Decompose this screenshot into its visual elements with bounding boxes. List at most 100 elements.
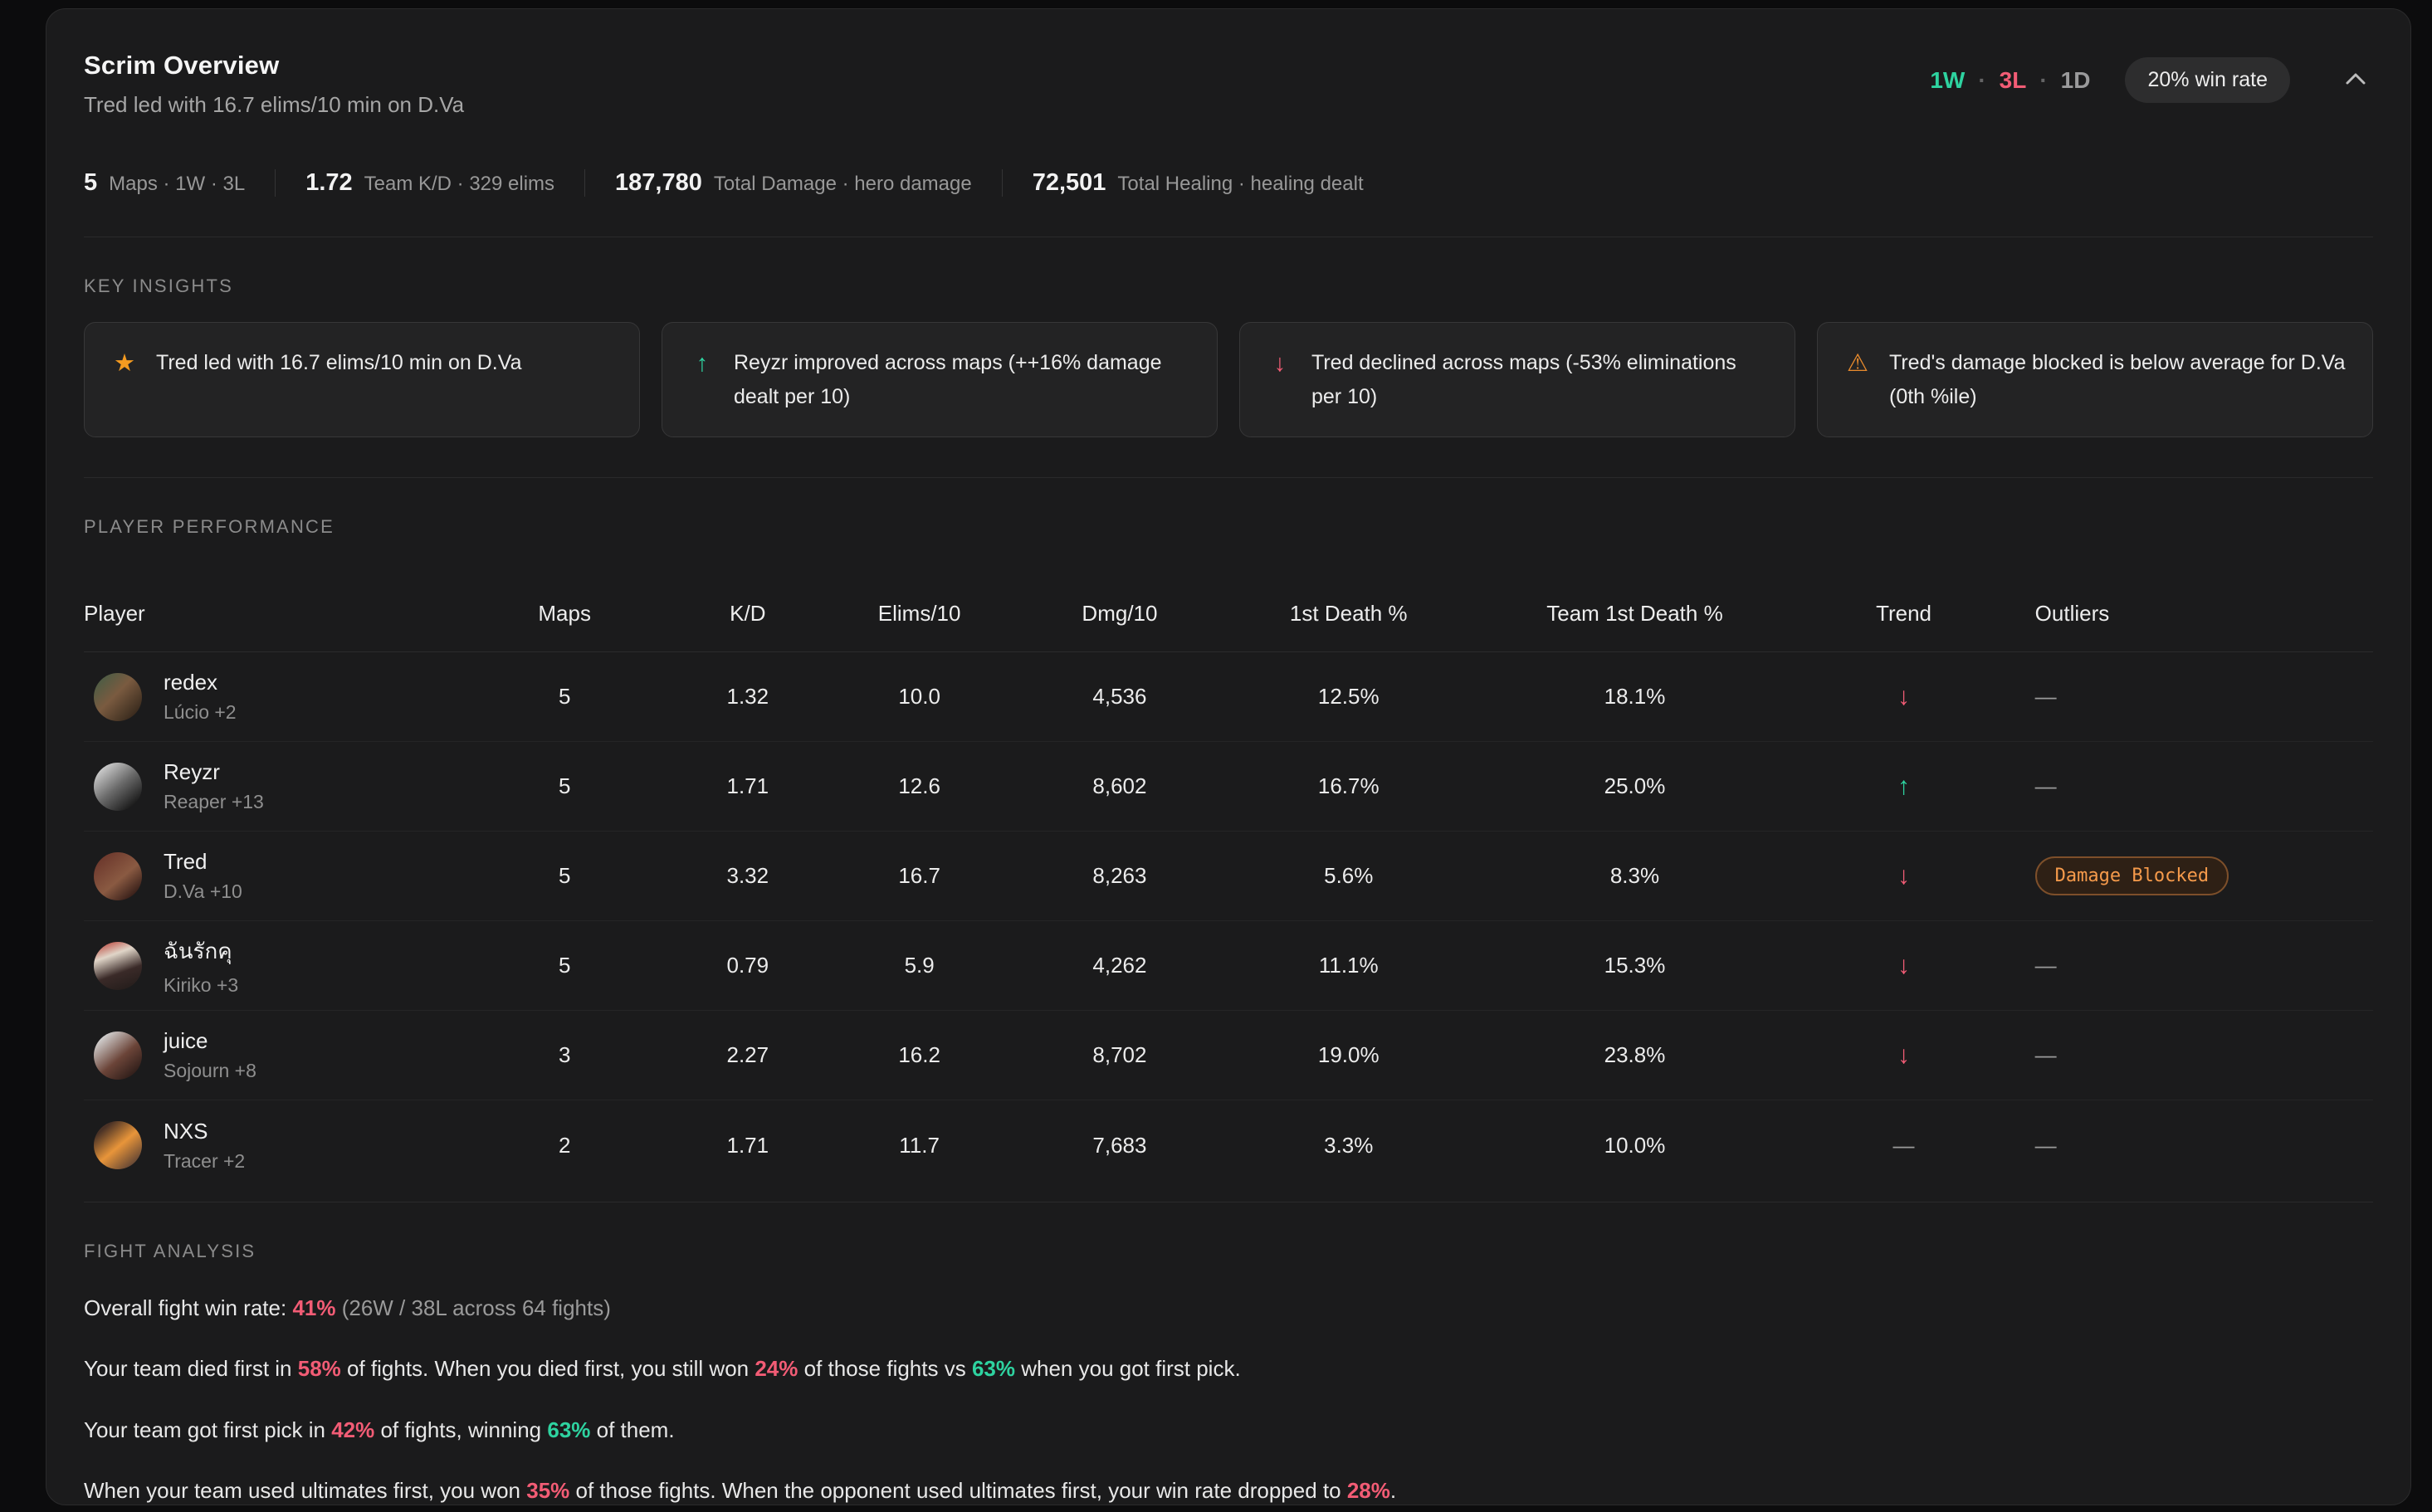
player-identity: NXSTracer +2: [164, 1119, 245, 1173]
fight-line: Your team got first pick in 42% of fight…: [84, 1415, 2373, 1445]
record-wins: 1W: [1930, 67, 1965, 94]
stat-item: 1.72 Team K/D · 329 elims: [275, 169, 584, 197]
header-text: Scrim Overview Tred led with 16.7 elims/…: [84, 51, 464, 118]
player-cell: NXSTracer +2: [84, 1119, 461, 1173]
stat-value: 1.72: [305, 169, 352, 197]
trend-none-dash: —: [1893, 1133, 1915, 1158]
fight-line-segment: 58%: [298, 1356, 341, 1381]
player-cell: Tred D.Va +10: [84, 849, 461, 903]
fight-line-segment: 28%: [1347, 1478, 1390, 1503]
table-row: ReyzrReaper +1351.7112.68,60216.7%25.0%↑…: [84, 742, 2373, 832]
page-title: Scrim Overview: [84, 51, 464, 80]
player-performance-table: PlayerMapsK/DElims/10Dmg/101st Death %Te…: [84, 566, 2373, 1190]
fight-line-segment: of fights, winning: [374, 1417, 547, 1442]
cell-team-first-death-pct: 25.0%: [1469, 773, 1801, 799]
stat-item: 5Maps · 1W · 3L: [84, 169, 275, 197]
outliers-cell: Damage Blocked: [2007, 856, 2373, 895]
player-heroes: Kiriko +3: [164, 974, 238, 997]
table-row: TredD.Va +1053.3216.78,2635.6%8.3%↓Damag…: [84, 832, 2373, 921]
chevron-up-icon: [2343, 77, 2368, 90]
outliers-cell: —: [2007, 773, 2373, 799]
player-heroes: Sojourn +8: [164, 1060, 256, 1082]
trend-cell: ↑: [1800, 773, 2006, 801]
column-header: Outliers: [2007, 566, 2373, 651]
player-identity: redexLúcio +2: [164, 670, 237, 724]
outlier-badge: Damage Blocked: [2035, 856, 2229, 895]
cell-team-first-death-pct: 10.0%: [1469, 1133, 1801, 1158]
player-heroes: D.Va +10: [164, 880, 242, 903]
stat-label: Team K/D · 329 elims: [364, 173, 554, 196]
insight-text: Tred's damage blocked is below average f…: [1889, 346, 2347, 413]
player-avatar: [94, 1032, 142, 1080]
cell-maps: 5: [461, 773, 667, 799]
cell-team-first-death-pct: 15.3%: [1469, 953, 1801, 978]
outliers-cell: —: [2007, 684, 2373, 710]
player-avatar: [94, 942, 142, 990]
record-losses: 3L: [2000, 67, 2027, 94]
cell-maps: 5: [461, 863, 667, 889]
cell-team-first-death-pct: 23.8%: [1469, 1042, 1801, 1068]
player-name: juice: [164, 1028, 256, 1054]
trend-cell: ↓: [1800, 683, 2006, 711]
fight-line-segment: .: [1390, 1478, 1396, 1503]
insight-card: ⚠ Tred's damage blocked is below average …: [1817, 322, 2373, 437]
cell-team-first-death-pct: 8.3%: [1469, 863, 1801, 889]
player-cell: Reyzr Reaper +13: [84, 759, 461, 813]
fight-line-segment: 35%: [526, 1478, 569, 1503]
table-row: ฉันรักคุKiriko +350.795.94,26211.1%15.3%…: [84, 921, 2373, 1011]
cell-elims-per-10: 10.0: [828, 684, 1011, 710]
cell-maps: 5: [461, 684, 667, 710]
warning-icon: ⚠: [1843, 346, 1873, 381]
table-row: redexLúcio +251.3210.04,53612.5%18.1%↓—: [84, 652, 2373, 742]
player-name: Tred: [164, 849, 242, 875]
stat-value: 5: [84, 169, 97, 197]
fight-line-segment: 63%: [972, 1356, 1015, 1381]
insights-row: ★Tred led with 16.7 elims/10 min on D.Va…: [84, 322, 2373, 437]
player-name: ฉันรักคุ: [164, 934, 238, 968]
fight-line-segment: Your team died first in: [84, 1356, 298, 1381]
table-body: redexLúcio +251.3210.04,53612.5%18.1%↓—R…: [84, 652, 2373, 1190]
fight-lines: Overall fight win rate: 41% (26W / 38L a…: [84, 1293, 2373, 1505]
fight-line-segment: when you got first pick.: [1015, 1356, 1241, 1381]
page-subtitle: Tred led with 16.7 elims/10 min on D.Va: [84, 92, 464, 118]
match-record: 1W · 3L · 1D: [1930, 67, 2090, 94]
fight-line: When your team used ultimates first, you…: [84, 1475, 2373, 1505]
cell-first-death-pct: 5.6%: [1228, 863, 1469, 889]
cell-dmg-per-10: 7,683: [1011, 1133, 1228, 1158]
cell-kd: 3.32: [667, 863, 828, 889]
arrow-up-icon: ↑: [687, 346, 717, 381]
section-divider: [84, 477, 2373, 478]
fight-line-segment: of those fights. When the opponent used …: [569, 1478, 1347, 1503]
player-identity: ฉันรักคุ Kiriko +3: [164, 934, 238, 997]
header-controls: 1W · 3L · 1D 20% win rate: [1930, 57, 2373, 103]
fight-line-segment: of them.: [590, 1417, 674, 1442]
player-avatar: [94, 1121, 142, 1169]
cell-dmg-per-10: 4,262: [1011, 953, 1228, 978]
player-name: redex: [164, 670, 237, 695]
no-outlier-dash: —: [2035, 953, 2057, 978]
cell-team-first-death-pct: 18.1%: [1469, 684, 1801, 710]
fight-line-segment: 42%: [331, 1417, 374, 1442]
cell-kd: 1.71: [667, 773, 828, 799]
fight-line: Overall fight win rate: 41% (26W / 38L a…: [84, 1293, 2373, 1323]
player-name: Reyzr: [164, 759, 264, 785]
player-heroes: Reaper +13: [164, 791, 264, 813]
win-rate-badge: 20% win rate: [2125, 57, 2290, 103]
cell-first-death-pct: 12.5%: [1228, 684, 1469, 710]
no-outlier-dash: —: [2035, 684, 2057, 709]
cell-first-death-pct: 3.3%: [1228, 1133, 1469, 1158]
fight-line-segment: 63%: [547, 1417, 590, 1442]
trend-cell: ↓: [1800, 1041, 2006, 1070]
fight-line-segment: of those fights vs: [798, 1356, 972, 1381]
stat-label: Total Damage · hero damage: [714, 173, 972, 196]
stat-label: Total Healing · healing dealt: [1117, 173, 1363, 196]
trend-cell: —: [1800, 1133, 2006, 1158]
collapse-panel-button[interactable]: [2338, 66, 2373, 95]
cell-elims-per-10: 5.9: [828, 953, 1011, 978]
cell-maps: 3: [461, 1042, 667, 1068]
cell-first-death-pct: 11.1%: [1228, 953, 1469, 978]
column-header: Trend: [1800, 566, 2006, 651]
trend-cell: ↓: [1800, 862, 2006, 890]
cell-first-death-pct: 19.0%: [1228, 1042, 1469, 1068]
column-header: Maps: [461, 566, 667, 651]
